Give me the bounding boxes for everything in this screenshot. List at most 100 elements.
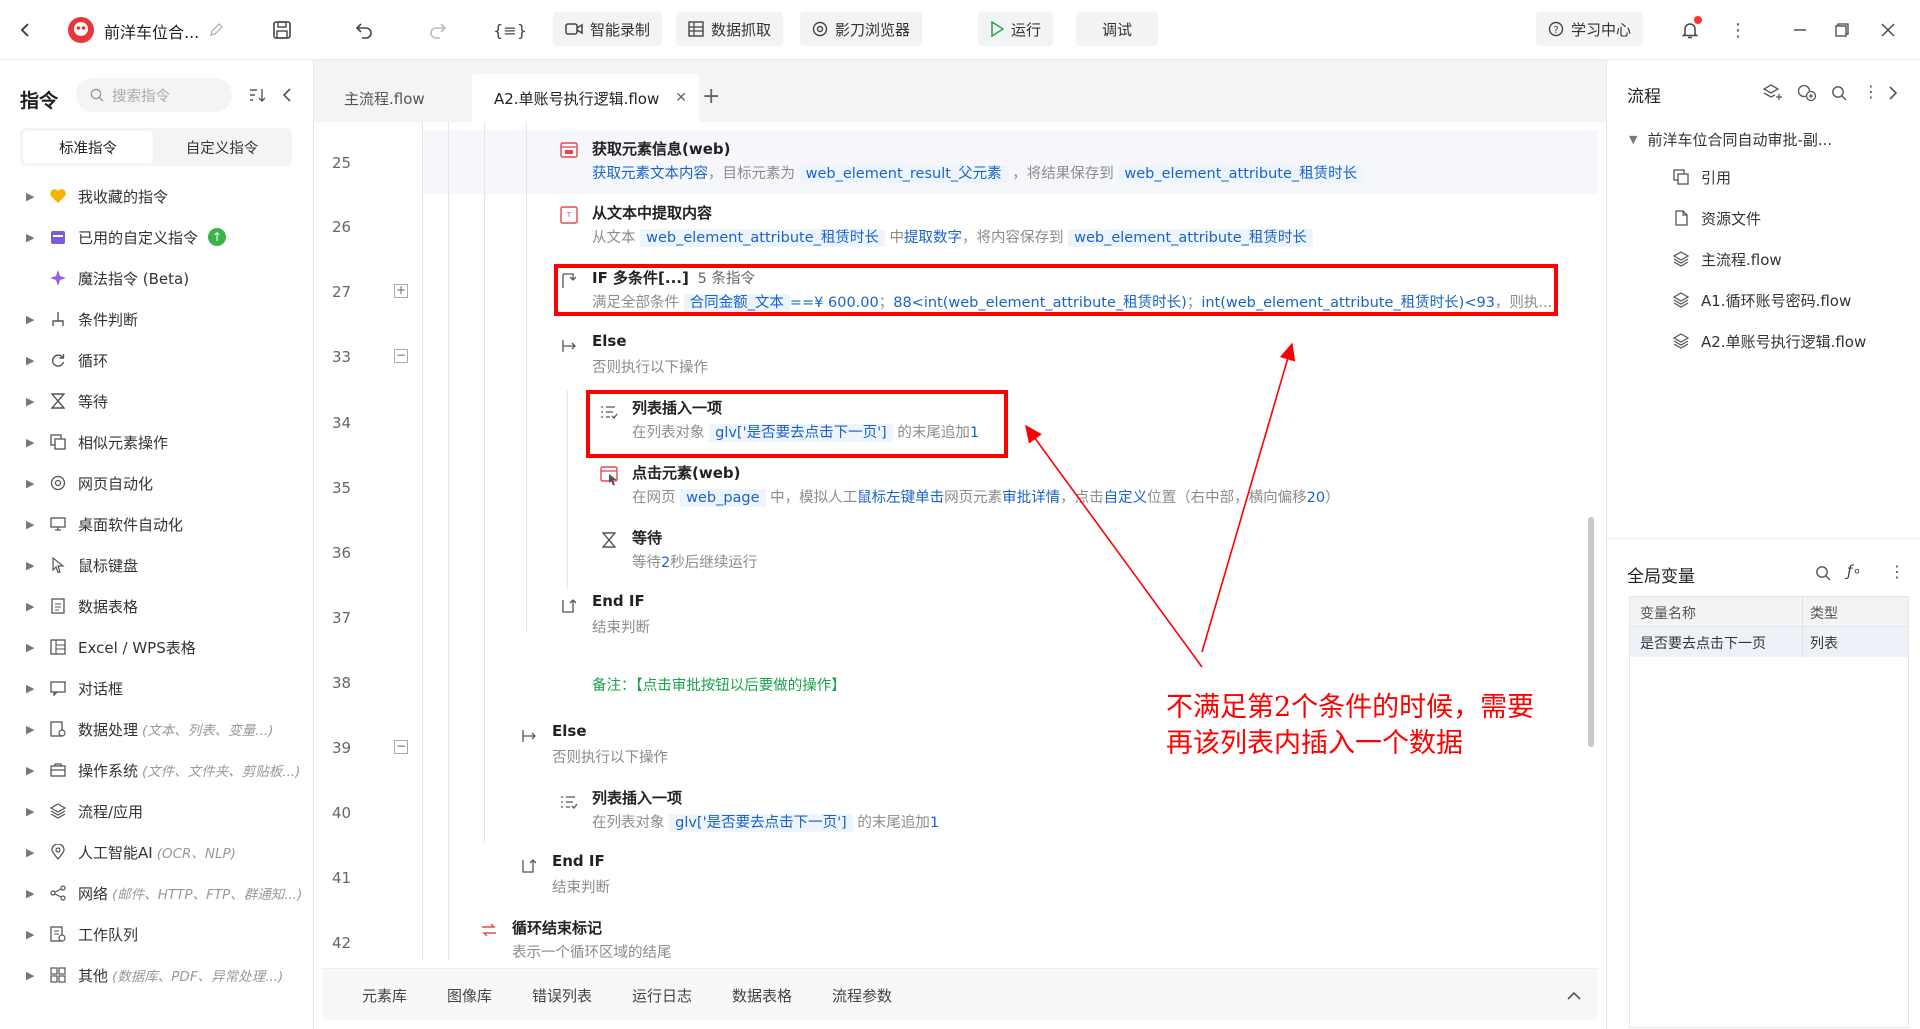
cursor-icon (48, 555, 68, 575)
tree-ai[interactable]: ▶ 人工智能AI (OCR、NLP) (26, 832, 236, 872)
panel-title: 指令 (20, 90, 59, 112)
tree-mouse-keyboard[interactable]: ▶ 鼠标键盘 (26, 545, 138, 585)
global-vars-table: 变量名称 类型 是否要去点击下一页 列表 (1629, 596, 1909, 1028)
tree-os[interactable]: ▶ 操作系统 (文件、文件夹、剪贴板...) (26, 750, 300, 790)
notification-dot (1694, 16, 1702, 24)
editor-scrollbar[interactable] (1588, 517, 1594, 747)
flow-item-label: 引用 (1701, 168, 1732, 187)
reference-icon (1671, 169, 1691, 185)
tree-label: 网页自动化 (78, 474, 154, 493)
layers-icon (1671, 333, 1691, 349)
globe-icon (48, 473, 68, 493)
flow-item-a1[interactable]: A1.循环账号密码.flow (1671, 285, 1851, 315)
more-vertical-icon[interactable]: ⋮ (1889, 562, 1905, 581)
data-grab-button[interactable]: 数据抓取 (676, 12, 784, 46)
collapse-right-icon[interactable] (1887, 85, 1899, 105)
tree-magic[interactable]: 魔法指令 (Beta) (48, 258, 189, 298)
chevron-down-icon: ▼ (1629, 132, 1638, 146)
command-panel: 指令 搜索指令 标准指令 自定义指令 ▶ 我收藏的指令 ▶ 已用的自定义指令 ↑ 魔法… (0, 60, 314, 1029)
chevron-right-icon: ▶ (26, 804, 35, 818)
tree-network[interactable]: ▶ 网络 (邮件、HTTP、FTP、群通知...) (26, 873, 302, 913)
bell-icon[interactable] (1678, 16, 1702, 42)
undo-icon[interactable] (352, 18, 376, 42)
tree-label: 工作队列 (78, 925, 139, 944)
flow-editor: 25 获取元素信息(web) 获取元素文本内容，目标元素为 web_elemen… (322, 122, 1598, 960)
excel-icon (48, 637, 68, 657)
function-icon[interactable]: ƒ∘ (1847, 562, 1862, 580)
tab-element-library[interactable]: 元素库 (362, 985, 407, 1006)
flow-tree-root[interactable]: ▼ 前洋车位合同自动审批-副... (1629, 124, 1832, 154)
chevron-right-icon: ▶ (26, 599, 35, 613)
tree-label: 人工智能AI (78, 843, 153, 862)
chevron-right-icon: ▶ (26, 722, 35, 736)
tree-data-processing[interactable]: ▶ 数据处理 (文本、列表、变量...) (26, 709, 273, 749)
tree-flow-app[interactable]: ▶ 流程/应用 (26, 791, 143, 831)
tree-label: 我收藏的指令 (78, 187, 169, 206)
run-label: 运行 (1011, 20, 1042, 39)
tree-hint: (OCR、NLP) (156, 846, 236, 862)
tree-favorites[interactable]: ▶ 我收藏的指令 (26, 176, 168, 216)
tree-similar-elements[interactable]: ▶ 相似元素操作 (26, 422, 168, 462)
tree-work-queue[interactable]: ▶ 工作队列 (26, 914, 138, 954)
flow-item-reference[interactable]: 引用 (1671, 162, 1731, 192)
search-icon[interactable] (1815, 565, 1831, 585)
table-row[interactable]: 是否要去点击下一页 列表 (1630, 627, 1908, 657)
tab-standard-commands[interactable]: 标准指令 (23, 131, 153, 163)
tab-custom-commands[interactable]: 自定义指令 (156, 131, 288, 163)
column-divider (1802, 627, 1803, 657)
close-icon[interactable] (1876, 18, 1900, 42)
search-icon[interactable] (1831, 85, 1847, 105)
debug-button[interactable]: 调试 (1076, 12, 1159, 46)
tree-label: 数据表格 (78, 597, 139, 616)
tree-web-automation[interactable]: ▶ 网页自动化 (26, 463, 153, 503)
redo-icon[interactable] (426, 18, 450, 42)
document-icon (48, 596, 68, 616)
flow-item-main[interactable]: 主流程.flow (1671, 244, 1782, 274)
tab-main-flow[interactable]: 主流程.flow (322, 74, 447, 122)
monitor-icon (48, 514, 68, 534)
tree-loop[interactable]: ▶ 循环 (26, 340, 108, 380)
add-tab-icon[interactable]: + (702, 84, 720, 109)
tree-others[interactable]: ▶ 其他 (数据库、PDF、异常处理...) (26, 955, 283, 995)
flow-item-resources[interactable]: 资源文件 (1671, 203, 1761, 233)
tree-used-custom[interactable]: ▶ 已用的自定义指令 ↑ (26, 217, 227, 257)
tree-data-table[interactable]: ▶ 数据表格 (26, 586, 138, 626)
svg-text:?: ? (1553, 25, 1558, 36)
variable-icon[interactable]: {≡} (493, 18, 527, 42)
add-module-icon[interactable] (1797, 84, 1817, 106)
tab-image-library[interactable]: 图像库 (447, 985, 492, 1006)
run-button[interactable]: 运行 (978, 12, 1054, 46)
close-tab-icon[interactable]: ✕ (675, 90, 687, 106)
tab-a2-flow[interactable]: A2.单账号执行逻辑.flow ✕ (472, 74, 699, 122)
add-flow-icon[interactable] (1762, 84, 1783, 106)
branch-icon (48, 309, 68, 329)
command-search[interactable]: 搜索指令 (76, 78, 232, 112)
tab-run-log[interactable]: 运行日志 (632, 985, 692, 1006)
browser-button[interactable]: 影刀浏览器 (800, 12, 923, 46)
tree-desktop-automation[interactable]: ▶ 桌面软件自动化 (26, 504, 183, 544)
collapse-left-icon[interactable] (280, 86, 294, 108)
minimize-icon[interactable] (1788, 18, 1812, 42)
back-icon[interactable] (14, 18, 38, 42)
tree-label: 魔法指令 (Beta) (78, 269, 190, 288)
save-icon[interactable] (270, 18, 294, 42)
chevron-up-icon[interactable] (1566, 987, 1582, 1005)
tab-error-list[interactable]: 错误列表 (532, 985, 592, 1006)
tree-wait[interactable]: ▶ 等待 (26, 381, 108, 421)
tab-flow-params[interactable]: 流程参数 (832, 985, 892, 1006)
tab-data-table[interactable]: 数据表格 (732, 985, 792, 1006)
tree-condition[interactable]: ▶ 条件判断 (26, 299, 138, 339)
edit-icon[interactable] (204, 18, 228, 42)
flow-item-label: 资源文件 (1701, 209, 1762, 228)
more-vertical-icon[interactable]: ⋮ (1863, 82, 1879, 101)
restore-icon[interactable] (1830, 18, 1854, 42)
smart-record-button[interactable]: 智能录制 (553, 12, 663, 46)
learn-center-button[interactable]: ? 学习中心 (1536, 12, 1644, 46)
tree-excel[interactable]: ▶ Excel / WPS表格 (26, 627, 196, 667)
play-icon (991, 21, 1004, 37)
tab-label: A2.单账号执行逻辑.flow (494, 89, 660, 108)
tree-dialog[interactable]: ▶ 对话框 (26, 668, 123, 708)
flow-item-a2[interactable]: A2.单账号执行逻辑.flow (1671, 326, 1866, 356)
more-vertical-icon[interactable]: ⋮ (1726, 18, 1750, 42)
sort-icon[interactable] (248, 86, 266, 108)
